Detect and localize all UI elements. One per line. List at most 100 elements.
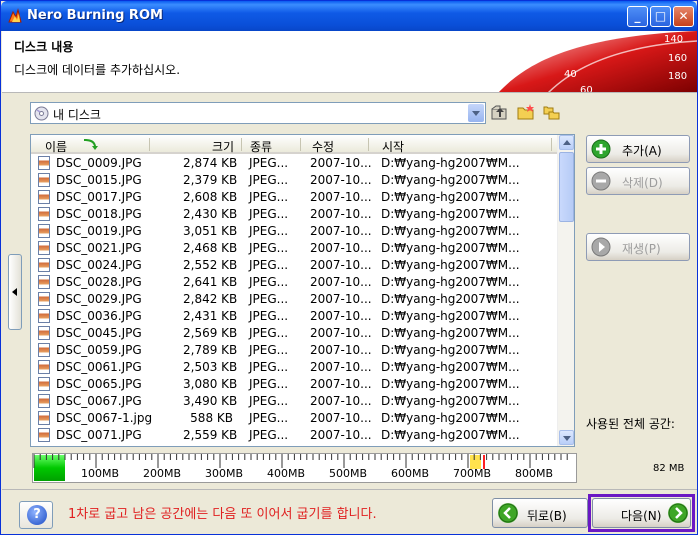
sort-arrow-icon (84, 139, 98, 150)
column-separator[interactable] (241, 138, 242, 151)
file-row[interactable]: DSC_0061.JPG 2,503 KB JPEG... 2007-10... D:₩… (31, 359, 559, 376)
file-row[interactable]: DSC_0029.JPG 2,842 KB JPEG... 2007-10... D:₩… (31, 291, 559, 308)
file-modified: 2007-10... (310, 241, 372, 255)
file-row[interactable]: DSC_0067-1.jpg 588 KB JPEG... 2007-10... D:₩… (31, 410, 559, 427)
file-origin: D:₩yang-hg2007₩M... (381, 377, 520, 391)
file-origin: D:₩yang-hg2007₩M... (381, 360, 520, 374)
file-row[interactable]: DSC_0059.JPG 2,789 KB JPEG... 2007-10... D:₩… (31, 342, 559, 359)
page-title: 디스크 내용 (14, 40, 74, 54)
file-name: DSC_0036.JPG (56, 309, 142, 323)
file-name: DSC_0059.JPG (56, 343, 142, 357)
minimize-button[interactable]: _ (627, 6, 648, 27)
column-header-name[interactable]: 이름 (45, 138, 67, 155)
jpeg-file-icon (38, 275, 50, 289)
remove-icon (591, 171, 611, 191)
folder-up-icon[interactable] (490, 103, 510, 121)
speedo-tick: 180 (668, 71, 687, 82)
maximize-button[interactable]: □ (650, 6, 671, 27)
file-type: JPEG... (249, 343, 289, 357)
help-button[interactable]: ? (19, 501, 53, 529)
speedometer-graphic: 20 40 60 140 160 180 (498, 31, 697, 92)
collapse-panel-tab[interactable] (8, 254, 22, 330)
file-list[interactable]: 이름 크기 종류 수정 시작 DSC_0009.JPG 2,874 KB JPEG.… (30, 134, 575, 447)
file-row[interactable]: DSC_0065.JPG 3,080 KB JPEG... 2007-10... D:₩… (31, 376, 559, 393)
column-separator[interactable] (149, 138, 150, 151)
window-title: Nero Burning ROM (27, 8, 163, 23)
file-row[interactable]: DSC_0019.JPG 3,051 KB JPEG... 2007-10... D:₩… (31, 223, 559, 240)
jpeg-file-icon (38, 411, 50, 425)
file-name: DSC_0009.JPG (56, 156, 142, 170)
file-type: JPEG... (249, 411, 289, 425)
back-button[interactable]: 뒤로(B) (492, 498, 588, 528)
jpeg-file-icon (38, 326, 50, 340)
jpeg-file-icon (38, 343, 50, 357)
back-arrow-icon (498, 503, 518, 523)
file-origin: D:₩yang-hg2007₩M... (381, 292, 520, 306)
file-row[interactable]: DSC_0024.JPG 2,552 KB JPEG... 2007-10... D:₩… (31, 257, 559, 274)
column-separator[interactable] (551, 138, 552, 151)
play-button[interactable]: 재생(P) (586, 233, 690, 261)
file-row[interactable]: DSC_0045.JPG 2,569 KB JPEG... 2007-10... D:₩… (31, 325, 559, 342)
file-row[interactable]: DSC_0028.JPG 2,641 KB JPEG... 2007-10... D:₩… (31, 274, 559, 291)
file-type: JPEG... (249, 394, 289, 408)
new-folder-icon[interactable] (516, 103, 536, 121)
file-origin: D:₩yang-hg2007₩M... (381, 207, 520, 221)
vertical-scrollbar[interactable] (557, 135, 574, 446)
disc-path-combo[interactable]: 내 디스크 (30, 102, 486, 124)
file-name: DSC_0019.JPG (56, 224, 142, 238)
file-row[interactable]: DSC_0017.JPG 2,608 KB JPEG... 2007-10... D:₩… (31, 189, 559, 206)
file-name: DSC_0017.JPG (56, 190, 142, 204)
file-size: 3,490 KB (183, 394, 238, 408)
title-bar[interactable]: Nero Burning ROM _ □ ✕ (1, 1, 697, 31)
file-row[interactable]: DSC_0071.JPG 2,559 KB JPEG... 2007-10... D:₩… (31, 427, 559, 444)
add-button[interactable]: 추가(A) (586, 135, 690, 163)
file-type: JPEG... (249, 207, 289, 221)
file-size: 2,842 KB (183, 292, 238, 306)
capacity-tick-label: 700MB (453, 467, 492, 480)
column-separator[interactable] (300, 138, 301, 151)
file-origin: D:₩yang-hg2007₩M... (381, 428, 520, 442)
file-type: JPEG... (249, 360, 289, 374)
file-row[interactable]: DSC_0021.JPG 2,468 KB JPEG... 2007-10... D:₩… (31, 240, 559, 257)
add-icon (591, 139, 611, 159)
file-row[interactable]: DSC_0067.JPG 3,490 KB JPEG... 2007-10... D:₩… (31, 393, 559, 410)
multisession-notice: 1차로 굽고 남은 공간에는 다음 또 이어서 굽기를 합니다. (68, 507, 377, 522)
column-separator[interactable] (368, 138, 369, 151)
column-header-size[interactable]: 크기 (212, 138, 234, 155)
speedo-tick: 140 (664, 34, 683, 45)
jpeg-file-icon (38, 241, 50, 255)
file-type: JPEG... (249, 275, 289, 289)
file-row[interactable]: DSC_0009.JPG 2,874 KB JPEG... 2007-10... D:₩… (31, 155, 559, 172)
scroll-up-icon[interactable] (559, 135, 574, 150)
file-modified: 2007-10... (310, 377, 372, 391)
view-folders-icon[interactable] (542, 103, 562, 121)
file-type: JPEG... (249, 326, 289, 340)
file-type: JPEG... (249, 224, 289, 238)
delete-button[interactable]: 삭제(D) (586, 167, 690, 195)
file-size: 2,552 KB (183, 258, 238, 272)
file-row[interactable]: DSC_0018.JPG 2,430 KB JPEG... 2007-10... D:₩… (31, 206, 559, 223)
scroll-down-icon[interactable] (559, 430, 574, 445)
file-name: DSC_0018.JPG (56, 207, 142, 221)
file-type: JPEG... (249, 173, 289, 187)
capacity-tick-label: 300MB (205, 467, 244, 480)
file-modified: 2007-10... (310, 326, 372, 340)
dropdown-arrow-icon[interactable] (468, 104, 484, 122)
column-header-modified[interactable]: 수정 (312, 138, 334, 155)
page-subtitle: 디스크에 데이터를 추가하십시오. (14, 63, 181, 77)
file-size: 3,051 KB (183, 224, 238, 238)
file-origin: D:₩yang-hg2007₩M... (381, 156, 520, 170)
file-row[interactable]: DSC_0015.JPG 2,379 KB JPEG... 2007-10... D:₩… (31, 172, 559, 189)
scroll-thumb[interactable] (559, 152, 574, 222)
file-name: DSC_0061.JPG (56, 360, 142, 374)
column-header-origin[interactable]: 시작 (382, 138, 404, 155)
file-modified: 2007-10... (310, 207, 372, 221)
file-type: JPEG... (249, 258, 289, 272)
column-header-type[interactable]: 종류 (250, 138, 272, 155)
jpeg-file-icon (38, 190, 50, 204)
next-button[interactable]: 다음(N) (592, 498, 691, 528)
close-button[interactable]: ✕ (673, 6, 694, 27)
file-name: DSC_0029.JPG (56, 292, 142, 306)
help-icon: ? (27, 505, 47, 525)
file-row[interactable]: DSC_0036.JPG 2,431 KB JPEG... 2007-10... D:₩… (31, 308, 559, 325)
